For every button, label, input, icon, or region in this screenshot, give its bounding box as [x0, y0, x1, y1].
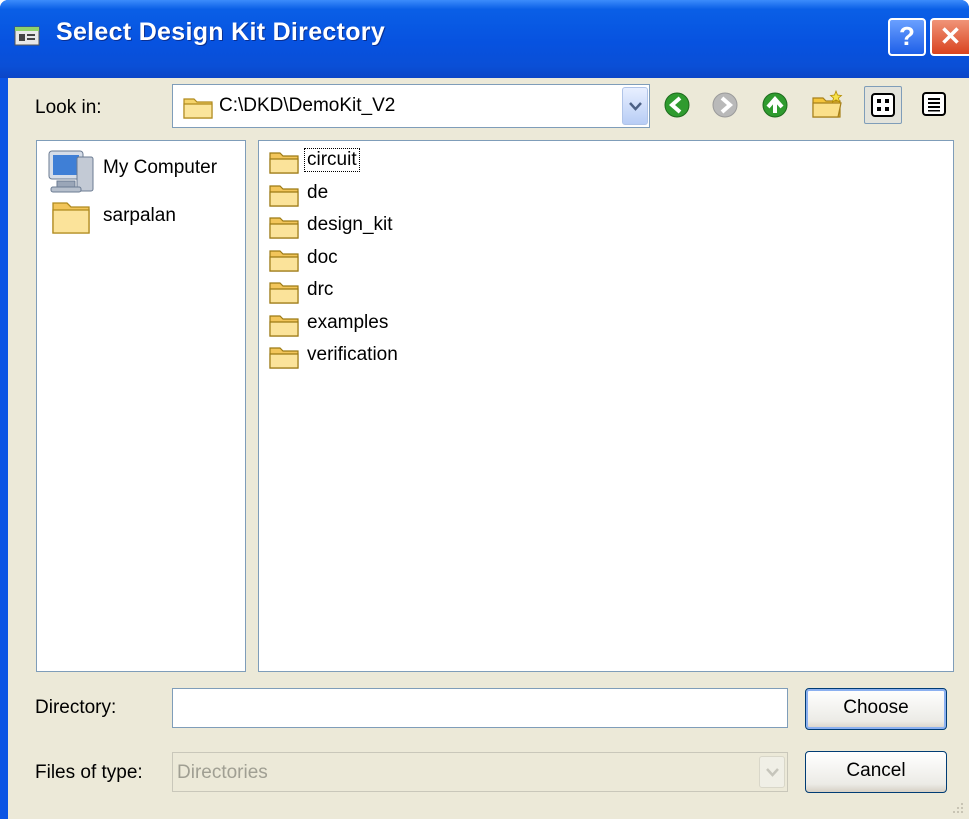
back-icon[interactable] — [660, 88, 694, 122]
dialog-body: Look in: C:\DKD\DemoKit_V2 My Computer s… — [8, 78, 969, 819]
file-list-item-label: de — [307, 181, 329, 203]
chevron-down-icon — [766, 768, 779, 777]
directory-label: Directory: — [35, 697, 117, 718]
file-list-item-label: design_kit — [307, 214, 393, 235]
cancel-button[interactable]: Cancel — [805, 751, 947, 793]
file-list-item-label: examples — [307, 311, 389, 333]
folder-icon — [269, 282, 299, 304]
choose-button[interactable]: Choose — [805, 688, 947, 730]
dialog-window: Select Design Kit Directory ? ✕ Look in:… — [0, 0, 969, 819]
file-list-item[interactable]: drc — [267, 277, 567, 307]
file-list-item[interactable]: examples — [267, 310, 567, 340]
places-item-my-computer[interactable]: My Computer — [47, 147, 237, 193]
look-in-combobox[interactable]: C:\DKD\DemoKit_V2 — [172, 84, 650, 128]
directory-input[interactable] — [172, 688, 788, 728]
details-view-icon[interactable] — [922, 92, 946, 116]
places-item-label: sarpalan — [103, 205, 176, 226]
list-view-button[interactable] — [864, 86, 902, 124]
resize-grip-icon[interactable] — [948, 798, 966, 816]
folder-icon — [269, 249, 299, 272]
app-icon — [14, 26, 40, 46]
up-folder-icon[interactable] — [758, 88, 792, 122]
folder-icon — [269, 152, 299, 174]
close-button[interactable]: ✕ — [930, 18, 969, 56]
computer-icon — [48, 150, 94, 193]
file-list-item[interactable]: circuit — [267, 147, 567, 177]
places-item-label: My Computer — [103, 157, 218, 178]
files-of-type-value: Directories — [177, 762, 268, 783]
folder-icon — [183, 98, 213, 119]
file-list-item-label: verification — [307, 344, 398, 365]
look-in-value: C:\DKD\DemoKit_V2 — [219, 95, 396, 116]
file-list-item-label: drc — [307, 279, 334, 300]
folder-icon — [269, 347, 299, 369]
files-of-type-combobox[interactable]: Directories — [172, 752, 788, 792]
files-of-type-dropdown-button[interactable] — [759, 756, 785, 788]
file-list-item[interactable]: doc — [267, 245, 567, 275]
list-view-icon — [871, 93, 895, 117]
folder-icon — [269, 184, 299, 207]
file-list-item-label: circuit — [304, 148, 360, 172]
file-list-item-label: doc — [307, 246, 338, 268]
title-bar[interactable]: Select Design Kit Directory ? ✕ — [0, 0, 969, 78]
window-title: Select Design Kit Directory — [56, 18, 386, 46]
help-button[interactable]: ? — [888, 18, 926, 56]
forward-icon[interactable] — [708, 88, 742, 122]
files-of-type-label: Files of type: — [35, 762, 143, 783]
places-pane: My Computer sarpalan — [36, 140, 246, 672]
look-in-dropdown-button[interactable] — [622, 87, 648, 125]
chevron-down-icon — [629, 102, 642, 111]
folder-icon — [52, 202, 90, 234]
places-item-sarpalan[interactable]: sarpalan — [47, 195, 237, 239]
look-in-label: Look in: — [35, 97, 102, 118]
new-folder-icon[interactable] — [810, 88, 844, 122]
folder-icon — [269, 314, 299, 337]
file-list-pane[interactable]: circuit de design_kitdoc drc examples verific… — [258, 140, 954, 672]
file-list-item[interactable]: design_kit — [267, 212, 567, 242]
folder-icon — [269, 217, 299, 239]
file-list-item[interactable]: de — [267, 180, 567, 210]
file-list-item[interactable]: verification — [267, 342, 567, 372]
